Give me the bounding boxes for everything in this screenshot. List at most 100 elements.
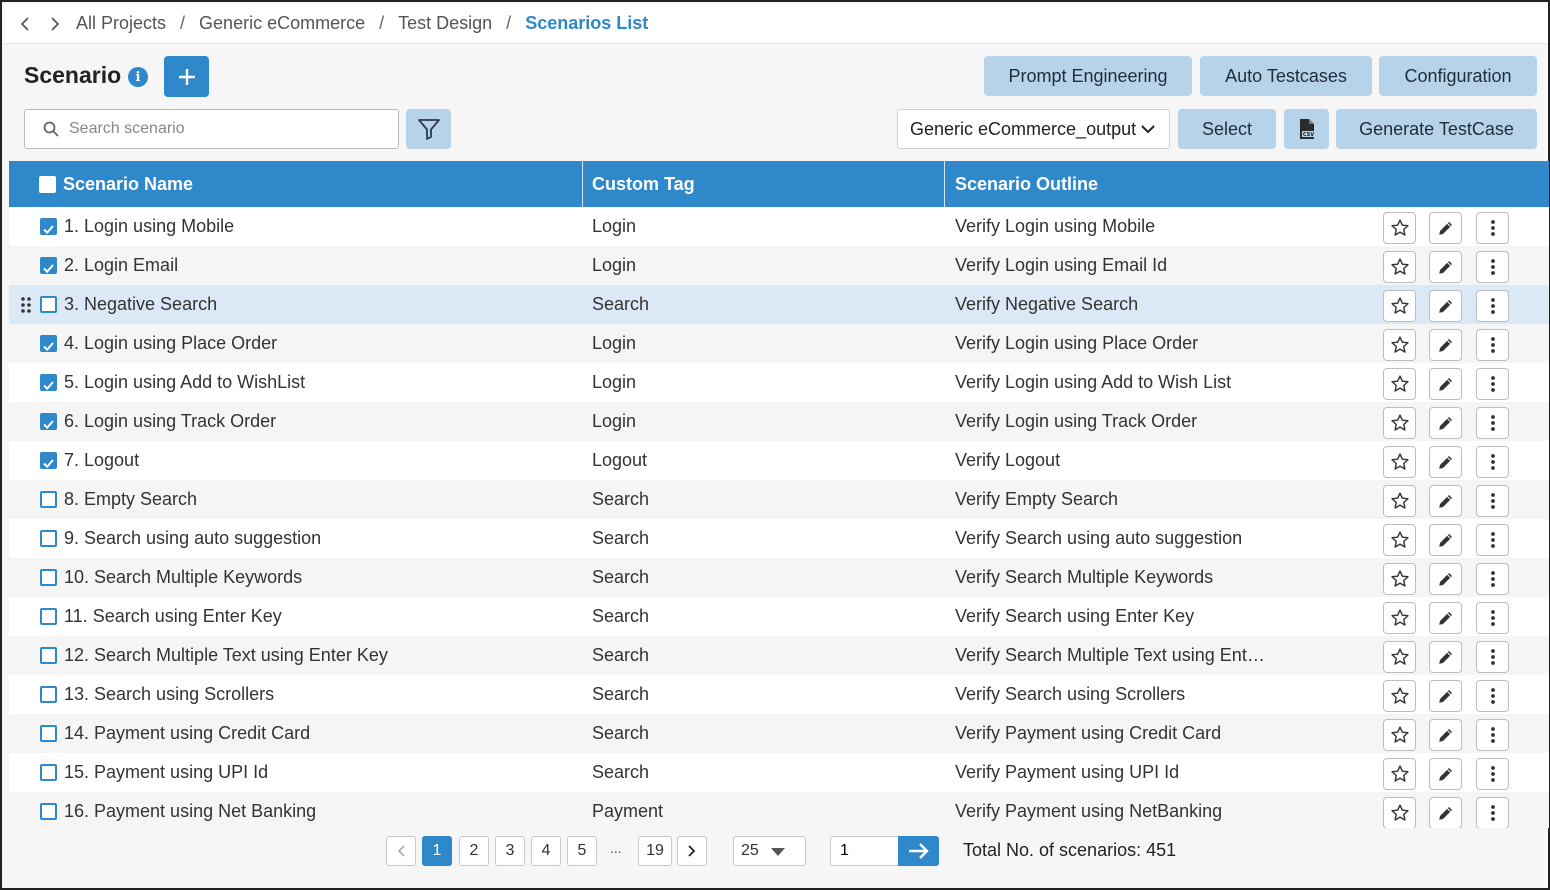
row-checkbox[interactable] [40, 452, 57, 469]
more-options-button[interactable] [1476, 680, 1509, 712]
favorite-button[interactable] [1383, 485, 1416, 517]
favorite-button[interactable] [1383, 602, 1416, 634]
edit-button[interactable] [1429, 602, 1462, 634]
table-row[interactable]: 2. Login Email Login Verify Login using Em… [9, 246, 1549, 285]
edit-button[interactable] [1429, 212, 1462, 244]
page-size-select[interactable]: 25 [733, 836, 806, 866]
search-input[interactable] [69, 120, 369, 138]
favorite-button[interactable] [1383, 329, 1416, 361]
edit-button[interactable] [1429, 485, 1462, 517]
favorite-button[interactable] [1383, 563, 1416, 595]
forward-arrow-icon[interactable] [44, 13, 66, 35]
add-scenario-button[interactable] [164, 56, 209, 97]
edit-button[interactable] [1429, 680, 1462, 712]
row-checkbox[interactable] [40, 569, 57, 586]
more-options-button[interactable] [1476, 329, 1509, 361]
row-checkbox[interactable] [40, 725, 57, 742]
favorite-button[interactable] [1383, 641, 1416, 673]
more-options-button[interactable] [1476, 368, 1509, 400]
more-options-button[interactable] [1476, 446, 1509, 478]
page-button-5[interactable]: 5 [567, 836, 597, 866]
table-row[interactable]: 13. Search using Scrollers Search Verify S… [9, 675, 1549, 714]
table-row[interactable]: 4. Login using Place Order Login Verify Lo… [9, 324, 1549, 363]
row-checkbox[interactable] [40, 374, 57, 391]
row-checkbox[interactable] [40, 608, 57, 625]
table-row[interactable]: 1. Login using Mobile Login Verify Login u… [9, 207, 1549, 246]
row-checkbox[interactable] [40, 647, 57, 664]
edit-button[interactable] [1429, 641, 1462, 673]
goto-page-input[interactable] [830, 836, 900, 866]
favorite-button[interactable] [1383, 719, 1416, 751]
edit-button[interactable] [1429, 251, 1462, 283]
info-icon[interactable]: i [128, 67, 148, 87]
more-options-button[interactable] [1476, 719, 1509, 751]
generate-testcase-button[interactable]: Generate TestCase [1336, 109, 1537, 149]
favorite-button[interactable] [1383, 758, 1416, 790]
row-checkbox[interactable] [40, 803, 57, 820]
column-header-scenario-outline[interactable]: Scenario Outline [955, 161, 1098, 207]
page-button-2[interactable]: 2 [459, 836, 489, 866]
back-arrow-icon[interactable] [14, 13, 36, 35]
page-button-last[interactable]: 19 [638, 836, 672, 866]
drag-handle-icon[interactable] [21, 297, 31, 313]
goto-page-button[interactable] [898, 836, 939, 866]
select-button[interactable]: Select [1178, 109, 1276, 149]
column-header-scenario-name[interactable]: Scenario Name [63, 161, 193, 207]
favorite-button[interactable] [1383, 251, 1416, 283]
row-checkbox[interactable] [40, 257, 57, 274]
breadcrumb-test-design[interactable]: Test Design [398, 13, 492, 34]
row-checkbox[interactable] [40, 413, 57, 430]
favorite-button[interactable] [1383, 368, 1416, 400]
edit-button[interactable] [1429, 290, 1462, 322]
page-button-1[interactable]: 1 [422, 836, 452, 866]
table-row[interactable]: 8. Empty Search Search Verify Empty Search [9, 480, 1549, 519]
edit-button[interactable] [1429, 797, 1462, 828]
row-checkbox[interactable] [40, 686, 57, 703]
row-checkbox[interactable] [40, 530, 57, 547]
edit-button[interactable] [1429, 719, 1462, 751]
search-box[interactable] [24, 109, 399, 149]
page-button-3[interactable]: 3 [495, 836, 525, 866]
configuration-button[interactable]: Configuration [1379, 56, 1537, 96]
table-row[interactable]: 5. Login using Add to WishList Login Verif… [9, 363, 1549, 402]
favorite-button[interactable] [1383, 797, 1416, 828]
table-row[interactable]: 9. Search using auto suggestion Search Ver… [9, 519, 1549, 558]
auto-testcases-button[interactable]: Auto Testcases [1200, 56, 1372, 96]
table-row[interactable]: 16. Payment using Net Banking Payment Veri… [9, 792, 1549, 828]
more-options-button[interactable] [1476, 251, 1509, 283]
next-page-button[interactable] [677, 836, 707, 866]
output-select[interactable]: Generic eCommerce_output [897, 109, 1170, 149]
favorite-button[interactable] [1383, 524, 1416, 556]
edit-button[interactable] [1429, 758, 1462, 790]
table-row[interactable]: 10. Search Multiple Keywords Search Verify… [9, 558, 1549, 597]
prompt-engineering-button[interactable]: Prompt Engineering [984, 56, 1192, 96]
more-options-button[interactable] [1476, 290, 1509, 322]
favorite-button[interactable] [1383, 446, 1416, 478]
more-options-button[interactable] [1476, 407, 1509, 439]
edit-button[interactable] [1429, 563, 1462, 595]
breadcrumb-all-projects[interactable]: All Projects [76, 13, 166, 34]
edit-button[interactable] [1429, 329, 1462, 361]
table-row[interactable]: 6. Login using Track Order Login Verify Lo… [9, 402, 1549, 441]
row-checkbox[interactable] [40, 491, 57, 508]
more-options-button[interactable] [1476, 602, 1509, 634]
favorite-button[interactable] [1383, 680, 1416, 712]
more-options-button[interactable] [1476, 485, 1509, 517]
table-row[interactable]: 15. Payment using UPI Id Search Verify Pay… [9, 753, 1549, 792]
edit-button[interactable] [1429, 407, 1462, 439]
row-checkbox[interactable] [40, 296, 57, 313]
more-options-button[interactable] [1476, 797, 1509, 828]
favorite-button[interactable] [1383, 290, 1416, 322]
table-row[interactable]: 3. Negative Search Search Verify Negative … [9, 285, 1549, 324]
csv-export-button[interactable]: CSV [1284, 109, 1329, 149]
favorite-button[interactable] [1383, 212, 1416, 244]
edit-button[interactable] [1429, 524, 1462, 556]
select-all-checkbox[interactable] [39, 176, 56, 193]
more-options-button[interactable] [1476, 563, 1509, 595]
row-checkbox[interactable] [40, 335, 57, 352]
prev-page-button[interactable] [386, 836, 416, 866]
row-checkbox[interactable] [40, 764, 57, 781]
table-row[interactable]: 11. Search using Enter Key Search Verify S… [9, 597, 1549, 636]
edit-button[interactable] [1429, 368, 1462, 400]
table-row[interactable]: 7. Logout Logout Verify Logout [9, 441, 1549, 480]
